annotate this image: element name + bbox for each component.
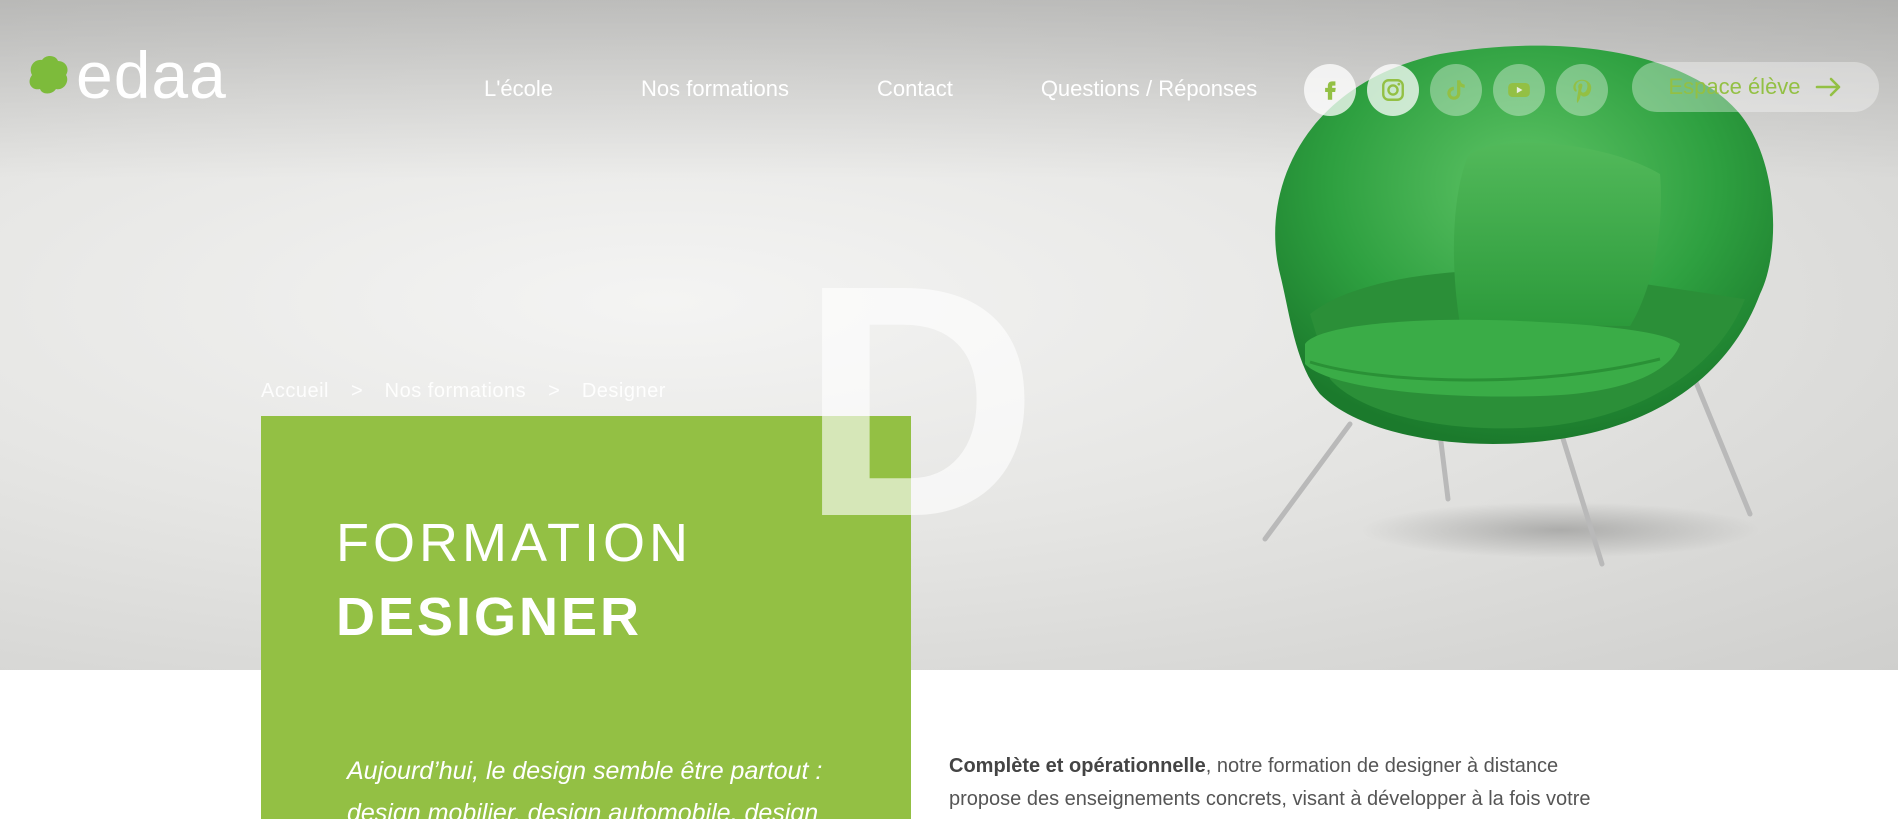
tiktok-icon[interactable] [1430,64,1482,116]
breadcrumb: Accueil > Nos formations > Designer [261,380,666,403]
green-blob-icon [29,55,68,94]
logo[interactable]: edaa [24,42,227,108]
breadcrumb-separator: > [548,380,560,402]
breadcrumb-separator: > [350,380,363,402]
breadcrumb-current: Designer [581,380,666,402]
pinterest-icon[interactable] [1556,64,1608,116]
breadcrumb-formations[interactable]: Nos formations [385,380,527,403]
facebook-icon[interactable] [1304,64,1356,116]
instagram-icon[interactable] [1367,64,1419,116]
logo-text: edaa [76,38,227,112]
main-nav: L'école Nos formations Contact Questions… [484,76,1257,102]
title-card: FORMATION DESIGNER Aujourd’hui, le desig… [261,416,911,819]
nav-item-formations[interactable]: Nos formations [641,76,789,102]
nav-item-contact[interactable]: Contact [877,76,953,102]
breadcrumb-home[interactable]: Accueil [261,380,329,403]
student-space-label: Espace élève [1668,74,1801,99]
page-title-line1: FORMATION [336,513,692,573]
description-paragraph: Complète et opérationnelle, notre format… [949,750,1629,816]
intro-text: Aujourd’hui, le design semble être parto… [347,757,823,819]
social-links [1304,64,1619,116]
arrow-right-icon [1815,77,1840,97]
student-space-button[interactable]: Espace élève [1632,62,1879,112]
youtube-icon[interactable] [1493,64,1545,116]
page-title-line2: DESIGNER [336,587,643,647]
nav-item-ecole[interactable]: L'école [484,76,553,102]
green-armchair-image [1262,45,1774,567]
nav-item-faq[interactable]: Questions / Réponses [1041,76,1257,102]
description-lead: Complète et opérationnelle [949,755,1206,777]
